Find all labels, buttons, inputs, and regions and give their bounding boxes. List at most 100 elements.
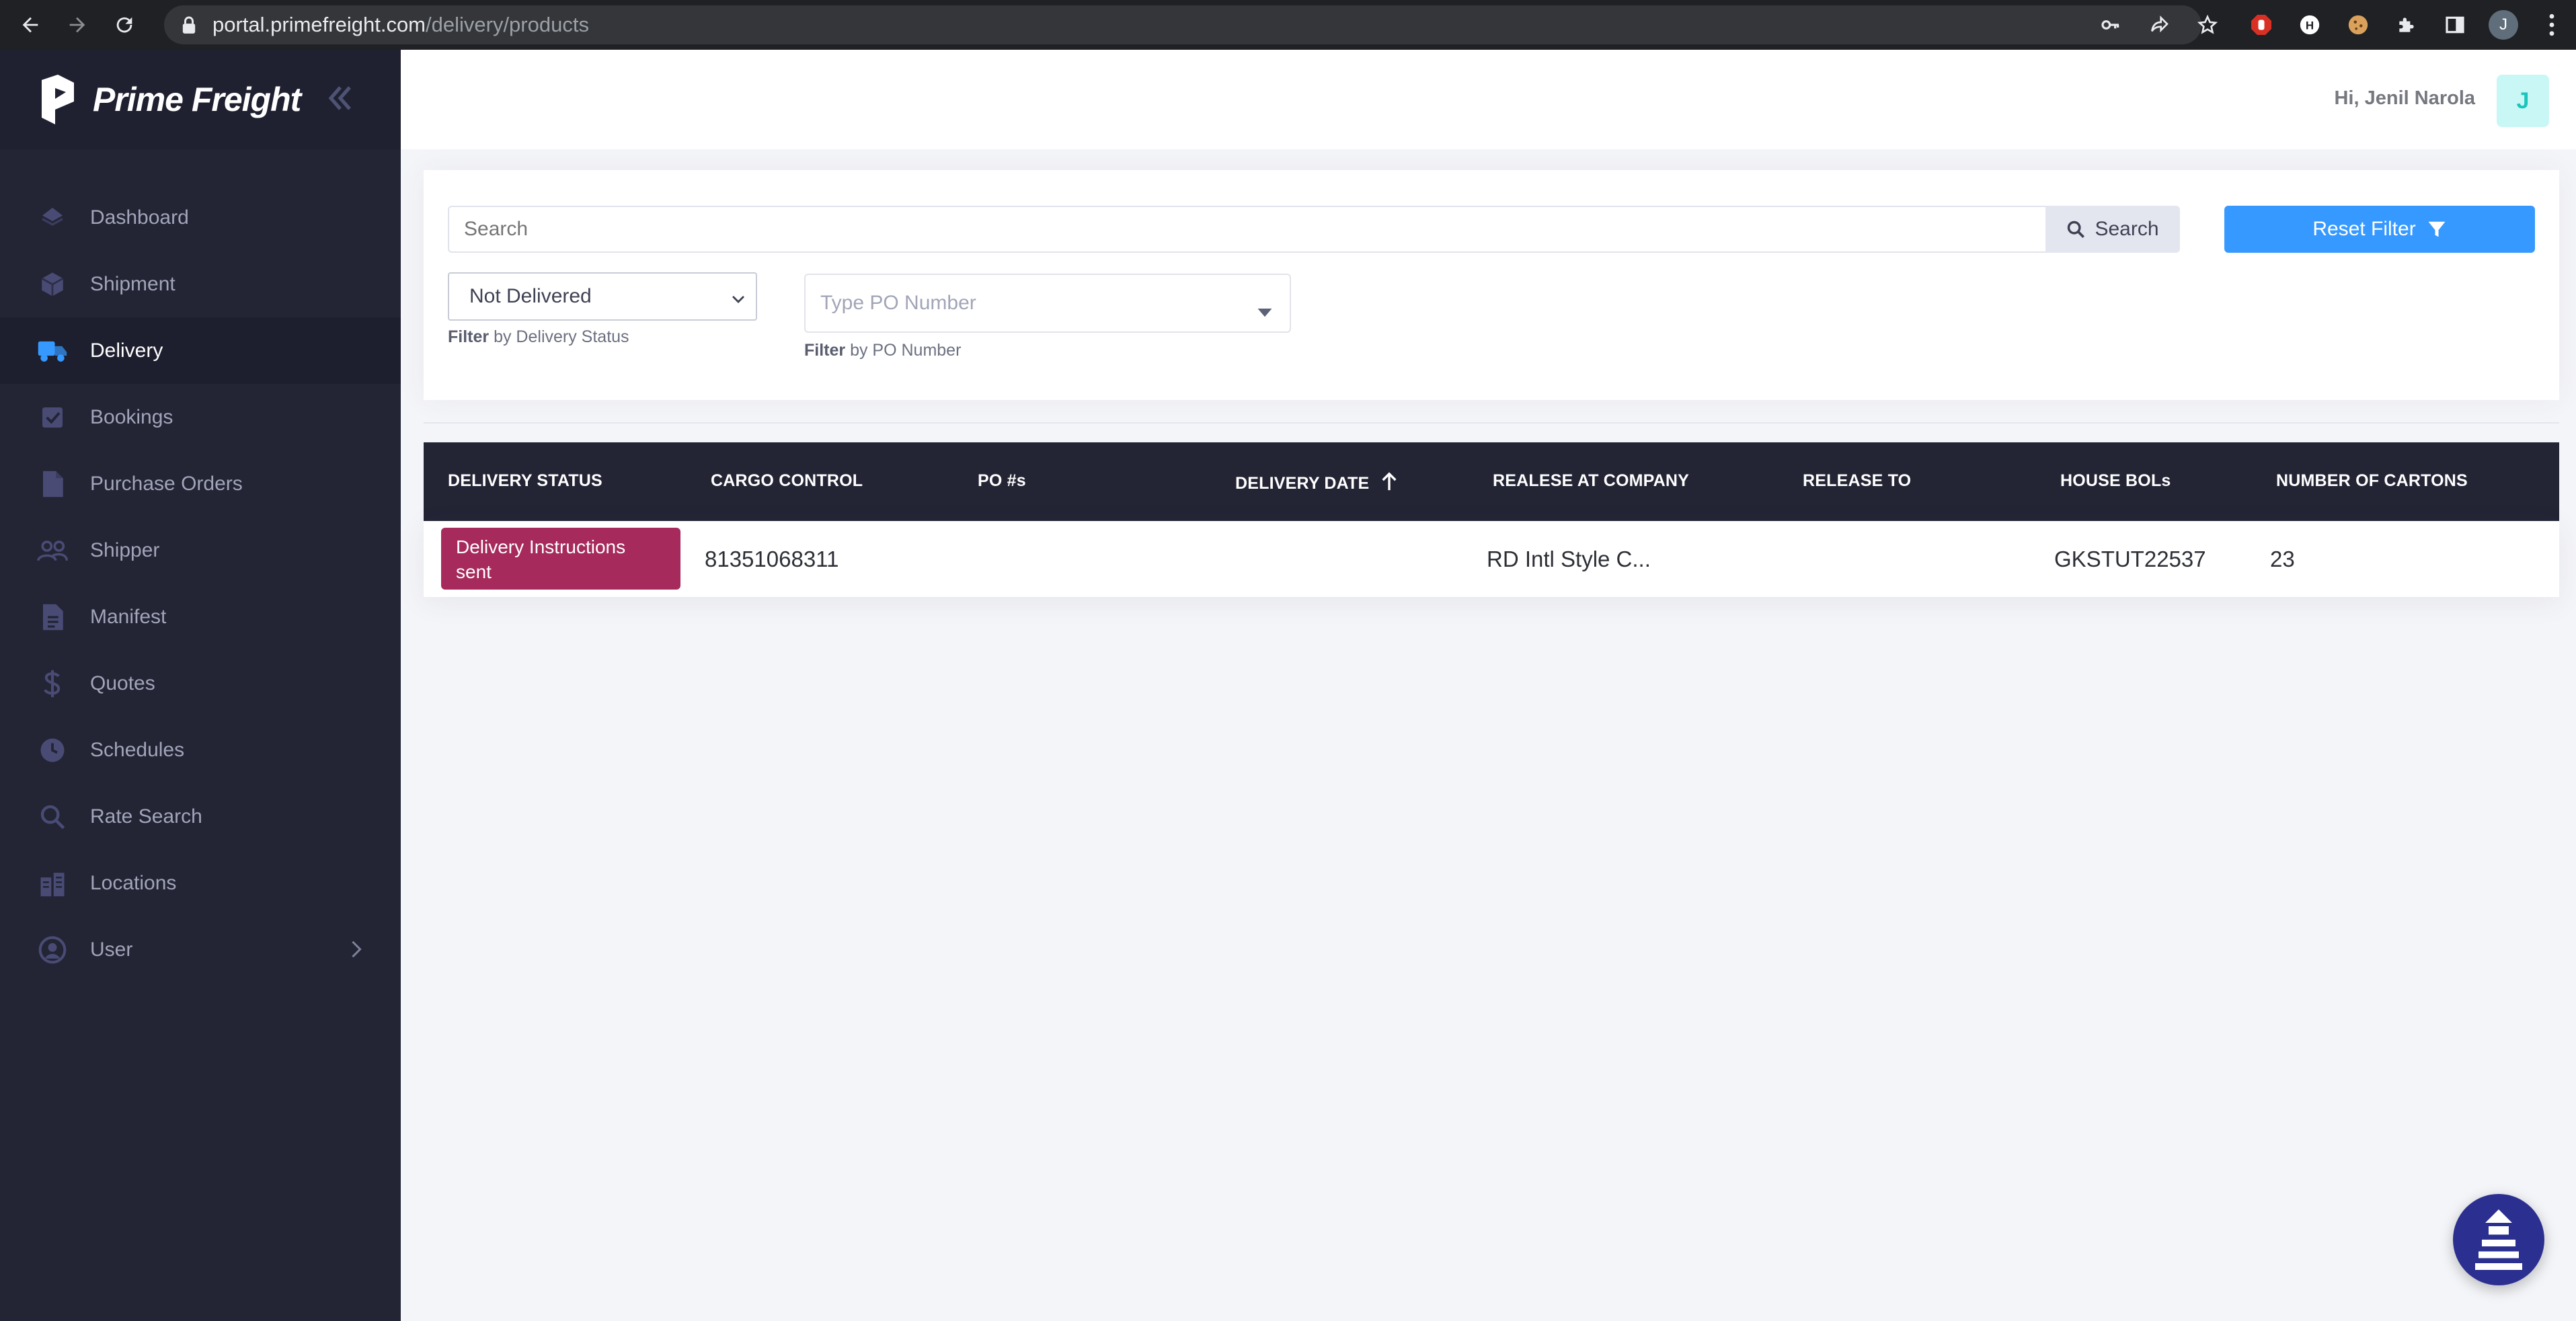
column-delivery-date[interactable]: DELIVERY DATE [1235,471,1397,493]
lock-icon [182,16,196,34]
kebab-menu-icon[interactable] [2537,10,2567,40]
url-text: portal.primefreight.com/delivery/product… [212,13,589,36]
delivery-status-select[interactable]: Not Delivered [448,272,757,321]
search-button[interactable]: Search [2045,206,2180,253]
delivery-table: DELIVERY STATUS CARGO CONTROL PO #s DELI… [424,442,2559,597]
column-release-to[interactable]: RELEASE TO [1803,471,1911,491]
user-avatar[interactable]: J [2497,75,2549,127]
release-company-cell: RD Intl Style C... [1487,547,1651,571]
table-header: DELIVERY STATUS CARGO CONTROL PO #s DELI… [424,442,2559,521]
column-cargo-control[interactable]: CARGO CONTROL [711,471,863,491]
browser-toolbar: portal.primefreight.com/delivery/product… [0,0,2576,50]
reload-icon[interactable] [101,0,148,50]
sidebar-item-label: Manifest [90,605,167,628]
cargo-control-cell: 81351068311 [705,547,839,571]
sidebar-item-quotes[interactable]: Quotes [0,650,401,717]
svg-text:H: H [2306,19,2314,32]
back-icon[interactable] [7,0,54,50]
reset-filter-button[interactable]: Reset Filter [2224,206,2535,253]
star-icon[interactable] [2193,10,2222,40]
share-icon[interactable] [2144,10,2174,40]
box-icon [36,268,69,301]
house-bols-cell: GKSTUT22537 [2054,547,2206,571]
sidebar-item-bookings[interactable]: Bookings [0,384,401,450]
profile-avatar[interactable]: J [2489,10,2518,40]
table-row[interactable]: Delivery Instructions sent 81351068311 R… [424,521,2559,597]
sidebar-item-label: Shipper [90,538,160,561]
column-delivery-status[interactable]: DELIVERY STATUS [448,471,602,491]
sidebar-item-label: Rate Search [90,805,202,828]
key-icon[interactable] [2096,10,2125,40]
delivery-status-value: Not Delivered [469,285,592,307]
checkbox-icon [36,401,69,434]
clock-icon [36,734,69,766]
status-badge: Delivery Instructions sent [441,528,680,590]
user-greeting: Hi, Jenil Narola [2334,87,2475,109]
search-input[interactable] [448,206,2045,253]
prime-freight-logo-icon [42,75,74,124]
column-house-bols[interactable]: HOUSE BOLs [2060,471,2171,491]
search-button-label: Search [2095,218,2159,240]
sidebar-item-label: Schedules [90,738,185,761]
brand[interactable]: Prime Freight [0,50,401,149]
sidebar-item-purchase-orders[interactable]: Purchase Orders [0,450,401,517]
collapse-sidebar-icon[interactable] [327,83,354,116]
truck-icon [36,335,69,367]
sidepanel-icon[interactable] [2440,10,2470,40]
address-bar[interactable]: portal.primefreight.com/delivery/product… [164,5,2201,44]
status-filter-hint: Filter by Delivery Status [448,327,629,346]
browser-extensions: H J [2096,0,2567,50]
document-icon [36,468,69,500]
users-icon [36,534,69,567]
sidebar-item-label: Bookings [90,405,173,428]
divider [424,422,2559,424]
buildings-icon [36,867,69,899]
sidebar-nav: Dashboard Shipment Delivery Bookings Pur… [0,184,401,983]
user-circle-icon [36,934,69,966]
adblock-icon[interactable] [2247,10,2276,40]
po-number-placeholder: Type PO Number [820,292,976,314]
caret-down-icon [1257,301,1272,323]
filter-panel: Search Reset Filter Not Delivered Filter… [424,170,2559,400]
cartons-cell: 23 [2270,547,2295,571]
sidebar: Prime Freight Dashboard Shipment Deliver… [0,50,401,1321]
help-chat-button[interactable] [2453,1194,2544,1285]
sidebar-item-label: Purchase Orders [90,472,243,495]
sidebar-item-dashboard[interactable]: Dashboard [0,184,401,251]
sidebar-item-label: Quotes [90,672,155,694]
lighthouse-icon [2475,1209,2522,1270]
extension-h-icon[interactable]: H [2295,10,2325,40]
sidebar-item-rate-search[interactable]: Rate Search [0,783,401,850]
file-text-icon [36,601,69,633]
diamond-icon [36,202,69,234]
sidebar-item-label: Locations [90,871,177,894]
sidebar-item-delivery[interactable]: Delivery [0,317,401,384]
sidebar-item-label: Shipment [90,272,175,295]
sort-ascending-icon[interactable] [1381,471,1397,491]
search-icon [2068,221,2085,238]
column-po-numbers[interactable]: PO #s [978,471,1026,491]
sidebar-item-label: User [90,938,133,961]
reset-filter-label: Reset Filter [2312,218,2416,240]
sidebar-item-locations[interactable]: Locations [0,850,401,916]
sidebar-item-label: Dashboard [90,206,189,229]
top-header: Hi, Jenil Narola J [401,50,2576,149]
sidebar-item-label: Delivery [90,339,163,362]
sidebar-item-user[interactable]: User [0,916,401,983]
puzzle-icon[interactable] [2392,10,2421,40]
column-number-of-cartons[interactable]: NUMBER OF CARTONS [2276,471,2468,491]
cookie-icon[interactable] [2343,10,2373,40]
sidebar-item-manifest[interactable]: Manifest [0,584,401,650]
sidebar-item-shipper[interactable]: Shipper [0,517,401,584]
filter-icon [2428,221,2446,237]
search-icon [36,801,69,833]
column-release-at-company[interactable]: REALESE AT COMPANY [1493,471,1689,491]
sidebar-item-shipment[interactable]: Shipment [0,251,401,317]
sidebar-item-schedules[interactable]: Schedules [0,717,401,783]
brand-name: Prime Freight [93,81,301,118]
po-number-select[interactable]: Type PO Number [804,274,1291,333]
forward-icon[interactable] [54,0,101,50]
dollar-icon [36,668,69,700]
chevron-down-icon [730,290,746,313]
chevron-right-icon [351,940,362,961]
